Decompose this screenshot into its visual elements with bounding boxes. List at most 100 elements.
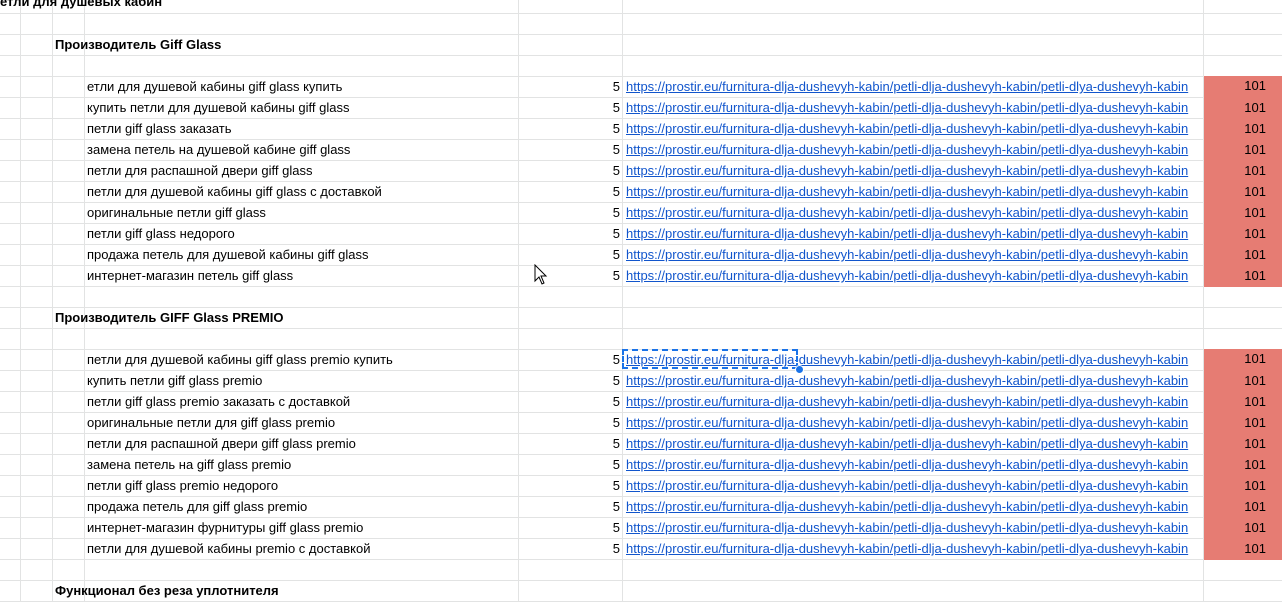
column-gridline bbox=[84, 560, 85, 580]
count-cell[interactable]: 5 bbox=[520, 455, 620, 475]
url-link[interactable]: https://prostir.eu/furnitura-dlja-dushev… bbox=[626, 476, 1203, 496]
count-cell[interactable]: 5 bbox=[520, 224, 620, 244]
score-cell[interactable]: 101 bbox=[1204, 140, 1282, 161]
keyword-cell[interactable]: петли giff glass premio заказать с доста… bbox=[87, 392, 517, 412]
url-link[interactable]: https://prostir.eu/furnitura-dlja-dushev… bbox=[626, 77, 1203, 97]
column-gridline bbox=[1203, 308, 1204, 328]
score-cell[interactable]: 101 bbox=[1204, 392, 1282, 413]
count-cell[interactable]: 5 bbox=[520, 497, 620, 517]
score-cell[interactable]: 101 bbox=[1204, 539, 1282, 560]
url-link[interactable]: https://prostir.eu/furnitura-dlja-dushev… bbox=[626, 518, 1203, 538]
url-link[interactable]: https://prostir.eu/furnitura-dlja-dushev… bbox=[626, 161, 1203, 181]
keyword-cell[interactable]: петли для душевой кабины giff glass prem… bbox=[87, 350, 517, 370]
score-cell[interactable]: 101 bbox=[1204, 371, 1282, 392]
score-cell[interactable]: 101 bbox=[1204, 224, 1282, 245]
score-cell[interactable]: 101 bbox=[1204, 349, 1282, 371]
url-link[interactable]: https://prostir.eu/furnitura-dlja-dushev… bbox=[626, 413, 1203, 433]
keyword-cell[interactable]: купить петли giff glass premio bbox=[87, 371, 517, 391]
column-gridline bbox=[518, 413, 519, 433]
column-gridline bbox=[518, 35, 519, 55]
count-cell[interactable]: 5 bbox=[520, 140, 620, 160]
column-gridline bbox=[622, 392, 623, 412]
count-cell[interactable]: 5 bbox=[520, 98, 620, 118]
count-cell[interactable]: 5 bbox=[520, 371, 620, 391]
keyword-cell[interactable]: интернет-магазин фурнитуры giff glass pr… bbox=[87, 518, 517, 538]
count-cell[interactable]: 5 bbox=[520, 518, 620, 538]
url-link[interactable]: https://prostir.eu/furnitura-dlja-dushev… bbox=[626, 140, 1203, 160]
keyword-cell[interactable]: петли для душевой кабины giff glass с до… bbox=[87, 182, 517, 202]
column-gridline bbox=[518, 266, 519, 286]
column-gridline bbox=[622, 0, 623, 13]
score-cell[interactable]: 101 bbox=[1204, 266, 1282, 287]
keyword-cell[interactable]: петли giff glass заказать bbox=[87, 119, 517, 139]
count-cell[interactable]: 5 bbox=[520, 161, 620, 181]
count-cell[interactable]: 5 bbox=[520, 350, 620, 370]
keyword-cell[interactable]: етли для душевой кабины giff glass купит… bbox=[87, 77, 517, 97]
column-gridline bbox=[84, 476, 85, 496]
count-cell[interactable]: 5 bbox=[520, 476, 620, 496]
keyword-cell[interactable]: интернет-магазин петель giff glass bbox=[87, 266, 517, 286]
url-link[interactable]: https://prostir.eu/furnitura-dlja-dushev… bbox=[626, 224, 1203, 244]
url-link[interactable]: https://prostir.eu/furnitura-dlja-dushev… bbox=[626, 98, 1203, 118]
sheet-title-cell[interactable]: етли для душевых кабин bbox=[0, 0, 162, 12]
column-gridline bbox=[20, 98, 21, 118]
section-heading-cell[interactable]: Функционал без реза уплотнителя bbox=[55, 581, 279, 601]
score-cell[interactable]: 101 bbox=[1204, 455, 1282, 476]
score-cell[interactable]: 101 bbox=[1204, 476, 1282, 497]
section-heading-cell[interactable]: Производитель GIFF Glass PREMIO bbox=[55, 308, 284, 328]
keyword-cell[interactable]: замена петель на душевой кабине giff gla… bbox=[87, 140, 517, 160]
keyword-cell[interactable]: продажа петель для душевой кабины giff g… bbox=[87, 245, 517, 265]
url-link[interactable]: https://prostir.eu/furnitura-dlja-dushev… bbox=[626, 539, 1203, 559]
url-link[interactable]: https://prostir.eu/furnitura-dlja-dushev… bbox=[626, 497, 1203, 517]
section-heading-cell[interactable]: Производитель Giff Glass bbox=[55, 35, 221, 55]
score-cell[interactable]: 101 bbox=[1204, 245, 1282, 266]
url-link[interactable]: https://prostir.eu/furnitura-dlja-dushev… bbox=[626, 371, 1203, 391]
url-link[interactable]: https://prostir.eu/furnitura-dlja-dushev… bbox=[626, 434, 1203, 454]
score-cell[interactable]: 101 bbox=[1204, 161, 1282, 182]
count-cell[interactable]: 5 bbox=[520, 392, 620, 412]
column-gridline bbox=[84, 371, 85, 391]
url-link[interactable]: https://prostir.eu/furnitura-dlja-dushev… bbox=[626, 266, 1203, 286]
url-link[interactable]: https://prostir.eu/furnitura-dlja-dushev… bbox=[626, 245, 1203, 265]
count-cell[interactable]: 5 bbox=[520, 119, 620, 139]
column-gridline bbox=[1203, 14, 1204, 34]
score-cell[interactable]: 101 bbox=[1204, 413, 1282, 434]
url-link[interactable]: https://prostir.eu/furnitura-dlja-dushev… bbox=[626, 119, 1203, 139]
count-cell[interactable]: 5 bbox=[520, 413, 620, 433]
keyword-cell[interactable]: петли для душевой кабины premio с достав… bbox=[87, 539, 517, 559]
url-link[interactable]: https://prostir.eu/furnitura-dlja-dushev… bbox=[626, 203, 1203, 223]
score-cell[interactable]: 101 bbox=[1204, 98, 1282, 119]
keyword-cell[interactable]: купить петли для душевой кабины giff gla… bbox=[87, 98, 517, 118]
selected-cell-outline[interactable] bbox=[622, 349, 798, 369]
count-cell[interactable]: 5 bbox=[520, 203, 620, 223]
url-link[interactable]: https://prostir.eu/furnitura-dlja-dushev… bbox=[626, 392, 1203, 412]
score-cell[interactable]: 101 bbox=[1204, 518, 1282, 539]
keyword-cell[interactable]: оригинальные петли giff glass bbox=[87, 203, 517, 223]
keyword-cell[interactable]: петли giff glass недорого bbox=[87, 224, 517, 244]
keyword-cell[interactable]: петли для распашной двери giff glass pre… bbox=[87, 434, 517, 454]
score-cell[interactable]: 101 bbox=[1204, 119, 1282, 140]
score-cell[interactable]: 101 bbox=[1204, 203, 1282, 224]
count-cell[interactable]: 5 bbox=[520, 434, 620, 454]
keyword-cell[interactable]: оригинальные петли для giff glass premio bbox=[87, 413, 517, 433]
score-cell[interactable]: 101 bbox=[1204, 182, 1282, 203]
url-link[interactable]: https://prostir.eu/furnitura-dlja-dushev… bbox=[626, 455, 1203, 475]
column-gridline bbox=[20, 476, 21, 496]
score-cell[interactable]: 101 bbox=[1204, 497, 1282, 518]
column-gridline bbox=[20, 413, 21, 433]
column-gridline bbox=[622, 560, 623, 580]
count-cell[interactable]: 5 bbox=[520, 77, 620, 97]
keyword-cell[interactable]: петли для распашной двери giff glass bbox=[87, 161, 517, 181]
count-cell[interactable]: 5 bbox=[520, 539, 620, 559]
sheet-title-row: етли для душевых кабин bbox=[0, 0, 1282, 14]
keyword-cell[interactable]: продажа петель для giff glass premio bbox=[87, 497, 517, 517]
url-link[interactable]: https://prostir.eu/furnitura-dlja-dushev… bbox=[626, 182, 1203, 202]
score-cell[interactable]: 101 bbox=[1204, 76, 1282, 98]
keyword-cell[interactable]: петли giff glass premio недорого bbox=[87, 476, 517, 496]
column-gridline bbox=[84, 140, 85, 160]
count-cell[interactable]: 5 bbox=[520, 182, 620, 202]
keyword-cell[interactable]: замена петель на giff glass premio bbox=[87, 455, 517, 475]
count-cell[interactable]: 5 bbox=[520, 245, 620, 265]
column-gridline bbox=[52, 371, 53, 391]
score-cell[interactable]: 101 bbox=[1204, 434, 1282, 455]
